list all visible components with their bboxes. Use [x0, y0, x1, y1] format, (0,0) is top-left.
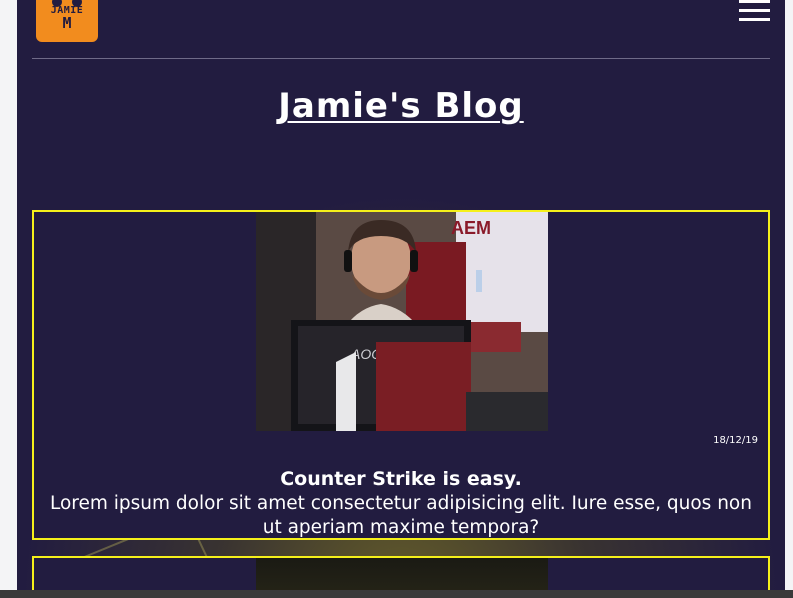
page: JAMIE M Jamie's Blog AEM AOC 18/12/19 Co…: [17, 0, 785, 598]
logo-eyes-icon: [36, 0, 98, 7]
post-date: 18/12/19: [713, 435, 758, 446]
hamburger-menu-icon[interactable]: [739, 0, 770, 22]
site-logo[interactable]: JAMIE M: [36, 0, 98, 42]
horizontal-scrollbar[interactable]: [0, 590, 793, 598]
blog-post-card[interactable]: AEM AOC 18/12/19 Counter Strike is easy.…: [32, 210, 770, 540]
logo-text-line2: M: [62, 14, 72, 32]
site-header: JAMIE M: [32, 0, 770, 59]
page-title-link[interactable]: Jamie's Blog: [278, 86, 523, 126]
post-title[interactable]: Counter Strike is easy.: [34, 468, 768, 490]
photo-sponsor-text: AEM: [451, 218, 491, 238]
post-image: AEM AOC: [256, 212, 548, 431]
page-title: Jamie's Blog: [17, 86, 785, 126]
post-excerpt: Lorem ipsum dolor sit amet consectetur a…: [50, 493, 752, 538]
